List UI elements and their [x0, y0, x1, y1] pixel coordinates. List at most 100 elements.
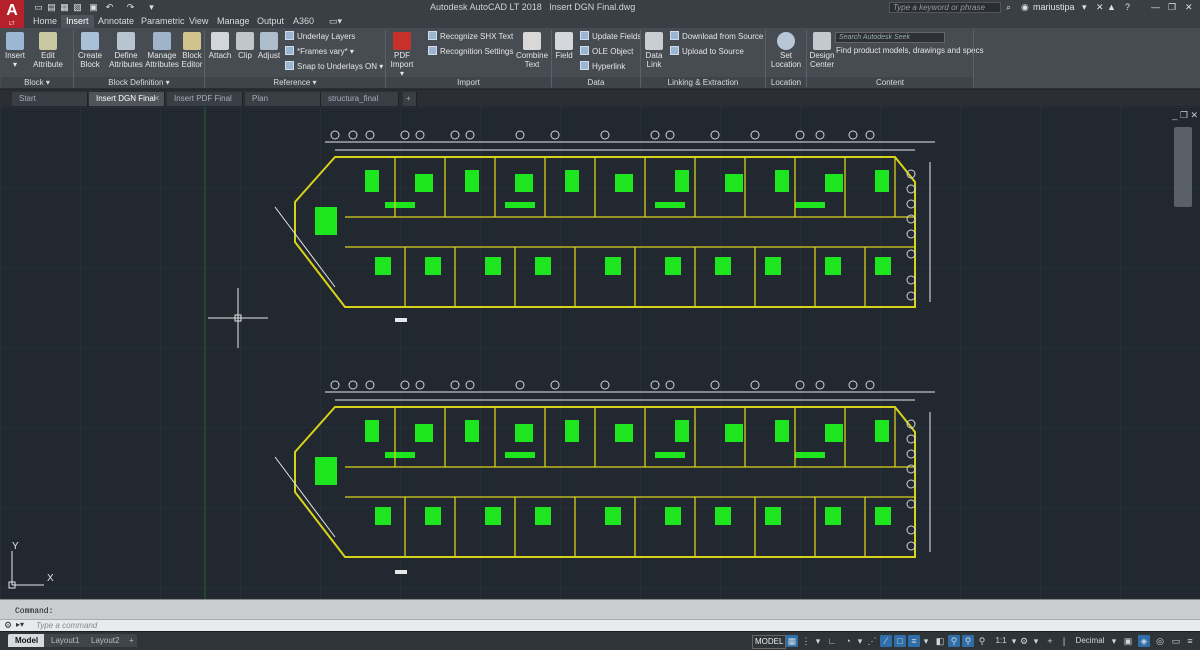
clean-screen-icon[interactable]: ▭: [1170, 635, 1182, 647]
selection-cycling-icon[interactable]: ⚲: [948, 635, 960, 647]
drawing-svg[interactable]: [0, 107, 1200, 599]
clip-button[interactable]: Clip: [235, 32, 255, 60]
user-name[interactable]: mariustipa: [1033, 2, 1075, 12]
close-icon[interactable]: ✕: [1185, 2, 1193, 13]
edit-attribute-button[interactable]: Edit Attribute: [33, 32, 63, 69]
user-icon[interactable]: ◉: [1021, 2, 1029, 13]
recognize-shx-button[interactable]: Recognize SHX Text: [428, 31, 513, 43]
doc-tab-plan[interactable]: Plan: [245, 92, 321, 106]
dropdown-icon[interactable]: ▾: [1082, 2, 1087, 13]
combine-text-button[interactable]: Combine Text: [516, 32, 548, 69]
design-center-button[interactable]: Design Center: [809, 32, 835, 69]
doc-tab-structura[interactable]: structura_final: [321, 92, 399, 106]
hyperlink-button[interactable]: Hyperlink: [580, 61, 625, 73]
save-as-icon[interactable]: ▧: [72, 2, 83, 13]
isolate-objects-icon[interactable]: ◈: [1138, 635, 1150, 647]
doc-tab-start[interactable]: Start: [12, 92, 88, 106]
create-block-button[interactable]: Create Block: [78, 32, 102, 69]
plot-icon[interactable]: ▣: [88, 2, 99, 13]
manage-attributes-button[interactable]: Manage Attributes: [145, 32, 179, 69]
block-editor-button[interactable]: Block Editor: [180, 32, 204, 69]
frames-vary-dropdown[interactable]: *Frames vary* ▾: [285, 46, 354, 58]
exchange-icon[interactable]: ✕: [1096, 2, 1104, 13]
object-snap-tracking-icon[interactable]: ⁄: [880, 635, 892, 647]
new-tab-icon[interactable]: +: [403, 92, 417, 106]
tab-output[interactable]: Output: [252, 15, 289, 28]
object-snap-icon[interactable]: □: [894, 635, 906, 647]
tab-layout1[interactable]: Layout1: [44, 634, 87, 647]
ole-object-button[interactable]: OLE Object: [580, 46, 633, 58]
pdf-import-button[interactable]: PDF Import ▾: [389, 32, 415, 78]
define-attributes-button[interactable]: Define Attributes: [109, 32, 143, 69]
workspace-dropdown-icon[interactable]: ▾: [1030, 635, 1042, 647]
transparency-icon[interactable]: ◧: [934, 635, 946, 647]
insert-button[interactable]: Insert ▾: [3, 32, 27, 69]
attach-button[interactable]: Attach: [208, 32, 232, 60]
command-line[interactable]: ⚙ ▸▾ Type a command: [0, 619, 1200, 631]
units-dropdown[interactable]: Decimal: [1074, 635, 1106, 647]
osnap-dropdown-icon[interactable]: ▾: [920, 635, 932, 647]
data-link-button[interactable]: Data Link: [644, 32, 664, 69]
drawing-canvas[interactable]: Y X: [0, 107, 1200, 599]
tab-options-icon[interactable]: ▭▾: [324, 15, 347, 28]
recognition-settings-button[interactable]: Recognition Settings: [428, 46, 513, 58]
snap-dropdown-icon[interactable]: ▾: [812, 635, 824, 647]
panel-block-label[interactable]: Block ▾: [1, 77, 73, 88]
adjust-button[interactable]: Adjust: [257, 32, 281, 60]
restore-icon[interactable]: ❐: [1168, 2, 1176, 13]
customize-qa-icon[interactable]: ▾: [146, 2, 157, 13]
new-file-icon[interactable]: ▭: [33, 2, 44, 13]
doc-tab-insert-pdf[interactable]: Insert PDF Final: [167, 92, 243, 106]
add-layout-icon[interactable]: +: [126, 634, 137, 647]
snap-icon[interactable]: ⋮: [800, 635, 812, 647]
doc-tab-insert-dgn[interactable]: Insert DGN Final ✕: [89, 92, 165, 106]
command-input[interactable]: Type a command: [36, 620, 97, 631]
help-search-input[interactable]: Type a keyword or phrase: [889, 2, 1001, 13]
search-icon[interactable]: ⌕: [1006, 2, 1011, 13]
update-fields-button[interactable]: Update Fields: [580, 31, 641, 43]
hardware-acceleration-icon[interactable]: ◎: [1154, 635, 1166, 647]
snap-underlays-dropdown[interactable]: Snap to Underlays ON ▾: [285, 61, 383, 73]
annotation-autoscale-icon[interactable]: ⚲: [976, 635, 988, 647]
panel-block-definition-label[interactable]: Block Definition ▾: [74, 77, 204, 88]
recent-commands-icon[interactable]: ▸▾: [16, 620, 24, 629]
tab-a360[interactable]: A360: [288, 15, 319, 28]
model-space-button[interactable]: MODEL: [752, 635, 787, 649]
app-logo-icon[interactable]: A LT: [0, 0, 24, 28]
close-viewport-icon[interactable]: ✕: [1190, 110, 1198, 120]
minimize-viewport-icon[interactable]: _: [1172, 110, 1177, 120]
panel-reference-label[interactable]: Reference ▾: [205, 77, 385, 88]
quick-properties-icon[interactable]: ▣: [1122, 635, 1134, 647]
workspace-gear-icon[interactable]: ⚙: [1018, 635, 1030, 647]
lineweight-icon[interactable]: ≡: [908, 635, 920, 647]
isodraft-icon[interactable]: ⋰: [866, 635, 878, 647]
annotation-visibility-icon[interactable]: ⚲: [962, 635, 974, 647]
tab-parametric[interactable]: Parametric: [136, 15, 190, 28]
polar-icon[interactable]: ◔: [842, 635, 854, 647]
close-tab-icon[interactable]: ✕: [153, 92, 160, 106]
units-dropdown-icon[interactable]: ▾: [1108, 635, 1120, 647]
a360-icon[interactable]: ▲: [1107, 2, 1116, 13]
download-source-button[interactable]: Download from Source: [670, 31, 763, 43]
tab-layout2[interactable]: Layout2: [84, 634, 127, 647]
redo-icon[interactable]: ↷: [125, 2, 136, 13]
restore-viewport-icon[interactable]: ❐: [1180, 110, 1188, 120]
save-icon[interactable]: ▦: [59, 2, 70, 13]
navigation-bar[interactable]: [1174, 127, 1192, 207]
upload-source-button[interactable]: Upload to Source: [670, 46, 744, 58]
customize-icon[interactable]: ⚙: [4, 620, 12, 631]
set-location-button[interactable]: Set Location: [770, 32, 802, 69]
field-button[interactable]: Field: [554, 32, 574, 60]
add-scale-icon[interactable]: +: [1044, 635, 1056, 647]
minimize-icon[interactable]: —: [1151, 2, 1160, 13]
help-icon[interactable]: ?: [1125, 2, 1130, 13]
grid-icon[interactable]: ▦: [786, 635, 798, 647]
undo-icon[interactable]: ↶: [104, 2, 115, 13]
tab-annotate[interactable]: Annotate: [93, 15, 139, 28]
tab-home[interactable]: Home: [28, 15, 62, 28]
open-file-icon[interactable]: ▤: [46, 2, 57, 13]
tab-insert[interactable]: Insert: [61, 15, 94, 28]
tab-view[interactable]: View: [184, 15, 213, 28]
seek-search-input[interactable]: Search Autodesk Seek: [835, 32, 945, 43]
underlay-layers-button[interactable]: Underlay Layers: [285, 31, 355, 43]
